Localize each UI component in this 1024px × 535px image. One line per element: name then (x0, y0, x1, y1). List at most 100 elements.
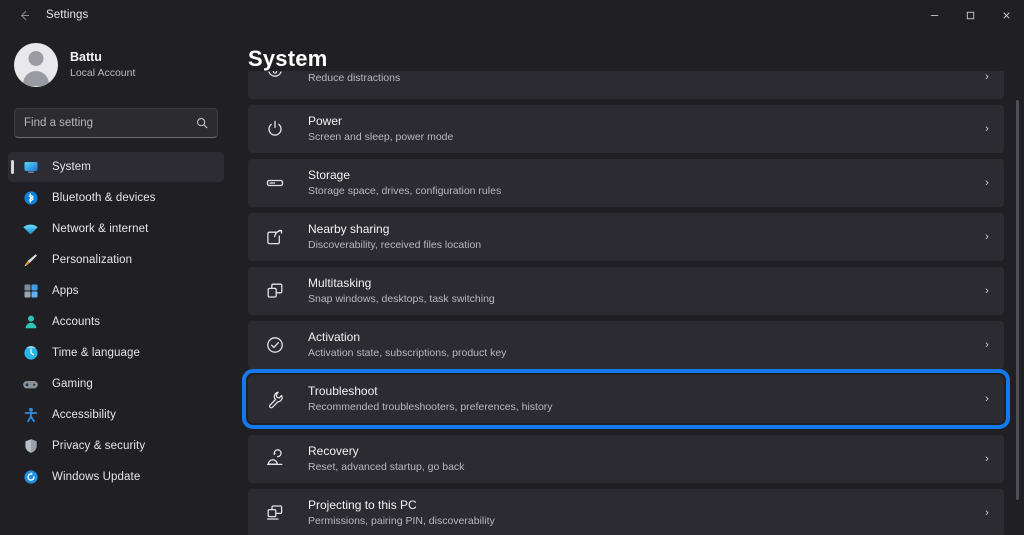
settings-card-subtitle: Discoverability, received files location (308, 238, 970, 252)
settings-card-activation[interactable]: Activation Activation state, subscriptio… (248, 321, 1004, 369)
vertical-scrollbar[interactable] (1016, 100, 1019, 500)
settings-card-power[interactable]: Power Screen and sleep, power mode › (248, 105, 1004, 153)
wrench-icon (264, 388, 286, 410)
chevron-right-icon: › (970, 177, 1004, 189)
window-controls (916, 0, 1024, 30)
settings-card-title: Multitasking (308, 276, 970, 291)
sidebar-item-label: Accessibility (52, 409, 116, 421)
settings-card-subtitle: Reset, advanced startup, go back (308, 460, 970, 474)
window-title: Settings (46, 9, 88, 21)
sidebar-item-label: Network & internet (52, 223, 148, 235)
paintbrush-icon (22, 252, 39, 269)
sidebar-item-system[interactable]: System (8, 152, 224, 182)
share-icon (264, 226, 286, 248)
settings-card-text: Nearby sharing Discoverability, received… (308, 222, 970, 252)
search-icon (196, 117, 208, 129)
settings-card-recovery[interactable]: Recovery Reset, advanced startup, go bac… (248, 435, 1004, 483)
settings-card-subtitle: Recommended troubleshooters, preferences… (308, 400, 970, 414)
sidebar-item-apps[interactable]: Apps (8, 276, 224, 306)
sidebar-item-label: Windows Update (52, 471, 140, 483)
page-title: System (248, 46, 327, 72)
settings-card-subtitle: Permissions, pairing PIN, discoverabilit… (308, 514, 970, 528)
bluetooth-icon (22, 190, 39, 207)
settings-card-text: Activation Activation state, subscriptio… (308, 330, 970, 360)
avatar (14, 43, 58, 87)
settings-card-text: Storage Storage space, drives, configura… (308, 168, 970, 198)
settings-card-title: Troubleshoot (308, 384, 970, 399)
account-section[interactable]: Battu Local Account (0, 30, 232, 92)
sidebar-item-accessibility[interactable]: Accessibility (8, 400, 224, 430)
clock-icon (22, 345, 39, 362)
chevron-right-icon: › (970, 453, 1004, 465)
sidebar-item-label: Personalization (52, 254, 132, 266)
sidebar-item-label: Privacy & security (52, 440, 145, 452)
chevron-right-icon: › (970, 507, 1004, 519)
check-circle-icon (264, 334, 286, 356)
search-section (0, 92, 232, 138)
search-input[interactable] (24, 117, 190, 129)
settings-card-subtitle: Screen and sleep, power mode (308, 130, 970, 144)
settings-card-title: Activation (308, 330, 970, 345)
sidebar-item-label: Accounts (52, 316, 100, 328)
settings-card-nearby-sharing[interactable]: Nearby sharing Discoverability, received… (248, 213, 1004, 261)
settings-card-subtitle: Storage space, drives, configuration rul… (308, 184, 970, 198)
settings-card-text: Reduce distractions (308, 71, 970, 86)
person-icon (22, 314, 39, 331)
settings-card-title: Projecting to this PC (308, 498, 970, 513)
chevron-right-icon: › (970, 393, 1004, 405)
settings-card-multitasking[interactable]: Multitasking Snap windows, desktops, tas… (248, 267, 1004, 315)
display-monitor-icon (22, 159, 39, 176)
sidebar-item-label: Time & language (52, 347, 140, 359)
settings-card-title: Nearby sharing (308, 222, 970, 237)
sidebar-item-network-internet[interactable]: Network & internet (8, 214, 224, 244)
chevron-right-icon: › (970, 231, 1004, 243)
account-text: Battu Local Account (70, 50, 135, 80)
back-button[interactable] (10, 2, 38, 28)
sidebar-item-bluetooth-devices[interactable]: Bluetooth & devices (8, 183, 224, 213)
sidebar-item-label: System (52, 161, 91, 173)
storage-drive-icon (264, 172, 286, 194)
settings-card-text: Recovery Reset, advanced startup, go bac… (308, 444, 970, 474)
sidebar-item-time-language[interactable]: Time & language (8, 338, 224, 368)
settings-card-text: Troubleshoot Recommended troubleshooters… (308, 384, 970, 414)
chevron-right-icon: › (970, 123, 1004, 135)
sidebar-item-windows-update[interactable]: Windows Update (8, 462, 224, 492)
maximize-button[interactable] (952, 0, 988, 30)
minimize-button[interactable] (916, 0, 952, 30)
account-subtitle: Local Account (70, 66, 135, 80)
close-icon (1001, 10, 1012, 21)
maximize-icon (965, 10, 976, 21)
settings-card-text: Power Screen and sleep, power mode (308, 114, 970, 144)
shield-icon (22, 438, 39, 455)
settings-card-title: Storage (308, 168, 970, 183)
sidebar-item-accounts[interactable]: Accounts (8, 307, 224, 337)
settings-window: Settings Battu (0, 0, 1024, 535)
update-refresh-icon (22, 469, 39, 486)
title-bar: Settings (0, 0, 1024, 30)
settings-card-list: Reduce distractions › Power Screen and s… (248, 71, 1004, 535)
wifi-icon (22, 221, 39, 238)
settings-card-storage[interactable]: Storage Storage space, drives, configura… (248, 159, 1004, 207)
settings-card-subtitle: Snap windows, desktops, task switching (308, 292, 970, 306)
settings-card-projecting[interactable]: Projecting to this PC Permissions, pairi… (248, 489, 1004, 535)
multitasking-windows-icon (264, 280, 286, 302)
sidebar-item-personalization[interactable]: Personalization (8, 245, 224, 275)
main-content: System Reduce distractions › (232, 30, 1024, 535)
settings-card-text: Projecting to this PC Permissions, pairi… (308, 498, 970, 528)
recovery-icon (264, 448, 286, 470)
sidebar-item-privacy-security[interactable]: Privacy & security (8, 431, 224, 461)
search-box[interactable] (14, 108, 218, 138)
accessibility-icon (22, 407, 39, 424)
sidebar-item-label: Gaming (52, 378, 93, 390)
project-screen-icon (264, 502, 286, 524)
gamepad-icon (22, 376, 39, 393)
sidebar-item-gaming[interactable]: Gaming (8, 369, 224, 399)
settings-card-title: Recovery (308, 444, 970, 459)
settings-card-troubleshoot[interactable]: Troubleshoot Recommended troubleshooters… (248, 375, 1004, 423)
focus-icon (264, 71, 286, 86)
sidebar-item-label: Apps (52, 285, 79, 297)
settings-card-focus[interactable]: Reduce distractions › (248, 71, 1004, 99)
chevron-right-icon: › (970, 339, 1004, 351)
close-button[interactable] (988, 0, 1024, 30)
account-name: Battu (70, 50, 135, 65)
